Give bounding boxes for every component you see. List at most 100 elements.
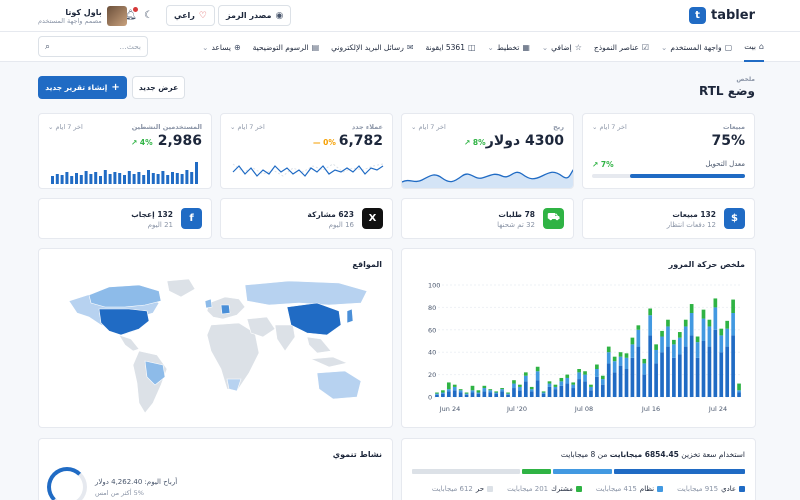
- traffic-bar: [565, 377, 570, 384]
- github-icon: ◉: [275, 10, 284, 21]
- nav-item-4[interactable]: ▦ تخطيط ⌄: [488, 32, 530, 62]
- traffic-bar: [446, 389, 451, 392]
- period-dropdown[interactable]: اخر 7 ايام ⌄: [411, 123, 446, 131]
- dark-mode-toggle[interactable]: ☾: [142, 9, 155, 22]
- traffic-bar: [648, 335, 653, 397]
- user-menu[interactable]: باول كوتا مصمم واجهة المستخدم: [38, 6, 127, 26]
- nav-item-3[interactable]: ☆ إضافي ⌄: [542, 32, 582, 62]
- traffic-bar: [435, 393, 439, 395]
- trend-up-indicator: ↗ 8%: [464, 138, 486, 147]
- traffic-bar: [559, 377, 564, 382]
- trend-value: 0%: [323, 138, 336, 147]
- user-bar: [195, 162, 198, 184]
- tabler-logo-icon: t: [689, 7, 707, 24]
- traffic-bar: [719, 335, 724, 353]
- traffic-bar: [707, 319, 712, 327]
- nav-item-5[interactable]: ◫ 5361 ايقونة: [426, 32, 476, 62]
- traffic-bar: [541, 391, 546, 393]
- legend-swatch: [487, 486, 494, 492]
- map-south-america: [132, 350, 168, 414]
- mini-stat-title: 78 طلبات: [498, 210, 535, 219]
- user-bar: [147, 170, 150, 184]
- search-placeholder: بحث...: [119, 42, 141, 51]
- nav-item-6[interactable]: ✉ رسائل البريد الإلكتروني: [331, 32, 413, 62]
- traffic-bar: [547, 383, 552, 387]
- x-tick-label: Jul 24: [708, 405, 727, 413]
- nav-item-1[interactable]: ▢ واجهة المستخدم ⌄: [661, 32, 732, 62]
- period-dropdown[interactable]: اخر 7 ايام ⌄: [592, 123, 627, 131]
- mini-stat-title: 132 إعجاب: [131, 210, 173, 219]
- traffic-bar: [618, 356, 623, 366]
- traffic-bar: [470, 392, 475, 397]
- source-code-button[interactable]: ◉ مصدر الرمز: [218, 5, 292, 26]
- layout-icon: ▦: [522, 42, 530, 52]
- user-bar: [156, 174, 160, 184]
- ghost-icon: ◫: [467, 42, 476, 52]
- mini-stat-title: 623 مشاركة: [307, 210, 354, 219]
- new-clients-line-chart: [232, 163, 384, 177]
- user-bar: [94, 172, 98, 184]
- x-logo-icon: X: [362, 208, 383, 229]
- traffic-bar: [731, 335, 735, 397]
- growth-title: نشاط تنموي: [332, 450, 382, 459]
- star-icon: ☆: [574, 42, 582, 52]
- traffic-bar: [500, 388, 504, 390]
- storage-suffix: من 8 ميجابايت: [560, 450, 608, 459]
- mini-stat-card: f 132 إعجاب 21 اليوم: [38, 198, 212, 239]
- traffic-bar: [494, 393, 499, 397]
- map-australia: [316, 370, 362, 400]
- traffic-bar: [595, 369, 599, 377]
- traffic-bar: [547, 381, 552, 384]
- traffic-bar: [654, 349, 658, 364]
- search-icon: ⌕: [45, 41, 51, 52]
- user-bar: [51, 176, 54, 184]
- world-map: [68, 278, 368, 414]
- stat-value: 6,782: [338, 133, 383, 149]
- period-dropdown[interactable]: اخر 7 ايام ⌄: [230, 123, 265, 131]
- nav-item-2[interactable]: ☑ عناصر النموذج: [594, 32, 649, 62]
- x-tick-label: Jun 24: [439, 405, 461, 413]
- traffic-bar: [701, 309, 706, 319]
- traffic-bar: [666, 346, 670, 397]
- nav-item-7[interactable]: ▤ الرسوم التوضيحية: [253, 32, 320, 62]
- traffic-bar: [464, 392, 469, 394]
- y-tick-label: 60: [428, 326, 436, 334]
- traffic-bar: [506, 392, 510, 394]
- dollar-icon: $: [724, 208, 745, 229]
- stat-label: ربح: [553, 123, 564, 131]
- nav-item-0[interactable]: ⌂ بيت: [744, 32, 764, 62]
- traffic-bar: [529, 389, 534, 392]
- user-bar: [99, 176, 102, 184]
- traffic-bar: [624, 353, 629, 358]
- search-input[interactable]: بحث... ⌕: [38, 36, 148, 57]
- storage-segment: [614, 469, 745, 474]
- traffic-bar: [689, 313, 694, 336]
- period-dropdown[interactable]: اخر 7 ايام ⌄: [48, 123, 83, 131]
- user-bar: [75, 173, 78, 184]
- user-bar: [137, 172, 141, 184]
- traffic-bar: [642, 363, 647, 375]
- growth-line1: أرباح اليوم: 4,262.40 دولار: [95, 478, 178, 486]
- heart-icon: ♡: [198, 10, 207, 21]
- traffic-bar: [553, 384, 558, 387]
- traffic-bar: [713, 307, 718, 330]
- map-south-africa: [226, 378, 242, 392]
- chevron-down-icon: ⌄: [411, 123, 417, 131]
- traffic-bar: [701, 318, 706, 341]
- new-view-button[interactable]: عرض جديد: [132, 76, 185, 99]
- nav-item-8[interactable]: ⊕ يساعد ⌄: [202, 32, 240, 62]
- sponsor-button[interactable]: ♡ راعي: [166, 5, 215, 26]
- traffic-bar: [512, 380, 516, 384]
- create-report-button[interactable]: + إنشاء تقرير جديد: [38, 76, 127, 99]
- stat-value: 2,986: [157, 133, 202, 149]
- growth-activity-card: نشاط تنموي أرباح اليوم: 4,262.40 دولار 5…: [38, 438, 393, 500]
- brand-logo[interactable]: t tabler: [689, 7, 755, 24]
- trend-up-icon: ↗: [592, 160, 599, 169]
- nav-item-label: بيت: [744, 41, 756, 51]
- traffic-bar: [523, 372, 528, 376]
- traffic-bar: [452, 390, 457, 397]
- map-canada: [88, 284, 162, 308]
- nav-bar: ⌂ بيت ▢ واجهة المستخدم ⌄ ☑ عناصر النموذج ☆ إضافي…: [0, 32, 800, 62]
- traffic-bar: [488, 392, 493, 397]
- traffic-bar-chart: 0 20 40 60 80 100 Jun 24 Jul '20 Jul 08 Jul 16 Jul…: [428, 282, 742, 413]
